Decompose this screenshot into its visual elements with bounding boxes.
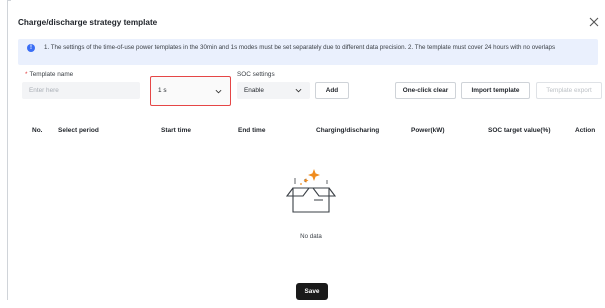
column-header-power: Power(kW) bbox=[411, 127, 445, 134]
column-header-no: No. bbox=[32, 127, 43, 134]
empty-box-icon bbox=[285, 169, 337, 213]
template-name-input[interactable]: Enter here bbox=[22, 82, 140, 99]
column-header-action: Action bbox=[575, 127, 596, 134]
template-name-label: * Template name bbox=[25, 71, 74, 78]
import-template-button[interactable]: Import template bbox=[461, 82, 530, 99]
soc-select[interactable]: Enable bbox=[237, 82, 310, 99]
chevron-down-icon bbox=[215, 89, 222, 94]
column-header-charging: Charging/discharing bbox=[316, 127, 380, 134]
one-click-clear-button[interactable]: One-click clear bbox=[395, 82, 456, 99]
notice-text: 1. The settings of the time-of-use power… bbox=[44, 44, 556, 51]
column-header-soc-target: SOC target value(%) bbox=[488, 127, 551, 134]
window-edge bbox=[7, 0, 11, 300]
mode-select[interactable]: 1 s bbox=[150, 76, 231, 106]
notice-banner: ! 1. The settings of the time-of-use pow… bbox=[18, 39, 598, 65]
column-header-end-time: End time bbox=[238, 127, 266, 134]
add-button[interactable]: Add bbox=[315, 82, 349, 99]
template-export-button: Template export bbox=[536, 82, 602, 99]
column-header-period: Select period bbox=[58, 127, 99, 134]
save-button[interactable]: Save bbox=[296, 283, 328, 300]
info-icon: ! bbox=[27, 44, 35, 52]
mode-select-value: 1 s bbox=[158, 87, 167, 94]
soc-select-value: Enable bbox=[244, 87, 264, 94]
soc-settings-label: SOC settings bbox=[237, 71, 275, 78]
dialog-title: Charge/discharge strategy template bbox=[18, 18, 158, 27]
column-header-start-time: Start time bbox=[161, 127, 191, 134]
empty-state-text: No data bbox=[300, 233, 322, 240]
chevron-down-icon bbox=[295, 88, 302, 93]
close-icon[interactable] bbox=[589, 17, 599, 27]
